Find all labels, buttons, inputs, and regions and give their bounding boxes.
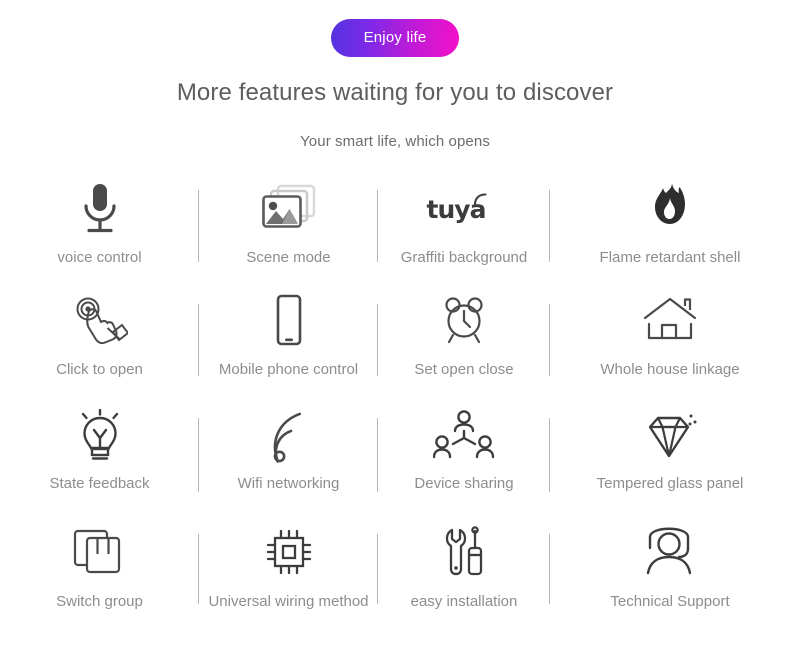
feature-label: voice control (57, 249, 142, 266)
microphone-icon (78, 178, 122, 240)
feature-label: Scene mode (246, 249, 331, 266)
feature-grid: voice control Scene mode tuya Graffiti b… (0, 172, 790, 628)
feature-label: Device sharing (414, 475, 514, 492)
enjoy-life-badge[interactable]: Enjoy life (330, 19, 460, 57)
feature-item-switch-group[interactable]: Switch group (0, 516, 199, 628)
wifi-arc-icon (474, 193, 488, 207)
feature-item-voice-control[interactable]: voice control (0, 172, 199, 286)
smartphone-icon (271, 290, 307, 352)
flame-icon (648, 178, 692, 240)
tools-icon (440, 522, 488, 584)
photo-stack-icon (260, 178, 318, 240)
page-subtitle: Your smart life, which opens (300, 133, 490, 150)
feature-item-technical-support[interactable]: Technical Support (550, 516, 790, 628)
wifi-icon (261, 406, 317, 468)
feature-item-universal-wiring-method[interactable]: Universal wiring method (199, 516, 378, 628)
feature-item-click-to-open[interactable]: Click to open (0, 286, 199, 400)
feature-item-device-sharing[interactable]: Device sharing (378, 400, 550, 516)
people-sharing-icon (433, 406, 495, 468)
chip-icon (262, 522, 316, 584)
feature-label: Flame retardant shell (599, 249, 741, 266)
feature-item-tempered-glass-panel[interactable]: Tempered glass panel (550, 400, 790, 516)
feature-label: Click to open (56, 361, 143, 378)
feature-item-easy-installation[interactable]: easy installation (378, 516, 550, 628)
feature-item-state-feedback[interactable]: State feedback (0, 400, 199, 516)
feature-label: Wifi networking (237, 475, 340, 492)
feature-label: Universal wiring method (208, 593, 369, 610)
feature-label: Mobile phone control (218, 361, 359, 378)
feature-label: Tempered glass panel (596, 475, 744, 492)
feature-item-mobile-phone-control[interactable]: Mobile phone control (199, 286, 378, 400)
feature-label: Graffiti background (400, 249, 528, 266)
tuya-logo-icon: tuya (427, 178, 502, 240)
feature-item-flame-retardant-shell[interactable]: Flame retardant shell (550, 172, 790, 286)
tap-hand-icon (72, 290, 128, 352)
headset-support-icon (642, 522, 698, 584)
house-icon (642, 290, 698, 352)
feature-label: Set open close (414, 361, 514, 378)
switch-panels-icon (69, 522, 131, 584)
diamond-icon (642, 406, 698, 468)
feature-item-graffiti-background[interactable]: tuya Graffiti background (378, 172, 550, 286)
feature-label: Switch group (56, 593, 143, 610)
feature-item-scene-mode[interactable]: Scene mode (199, 172, 378, 286)
alarm-clock-icon (439, 290, 489, 352)
feature-label: Technical Support (610, 593, 730, 610)
feature-label: Whole house linkage (600, 361, 740, 378)
page-title: More features waiting for you to discove… (176, 79, 614, 106)
hero-header: Enjoy life More features waiting for you… (0, 0, 790, 150)
feature-item-whole-house-linkage[interactable]: Whole house linkage (550, 286, 790, 400)
feature-label: easy installation (410, 593, 518, 610)
feature-label: State feedback (49, 475, 150, 492)
lightbulb-icon (74, 406, 126, 468)
feature-item-set-open-close[interactable]: Set open close (378, 286, 550, 400)
feature-item-wifi-networking[interactable]: Wifi networking (199, 400, 378, 516)
